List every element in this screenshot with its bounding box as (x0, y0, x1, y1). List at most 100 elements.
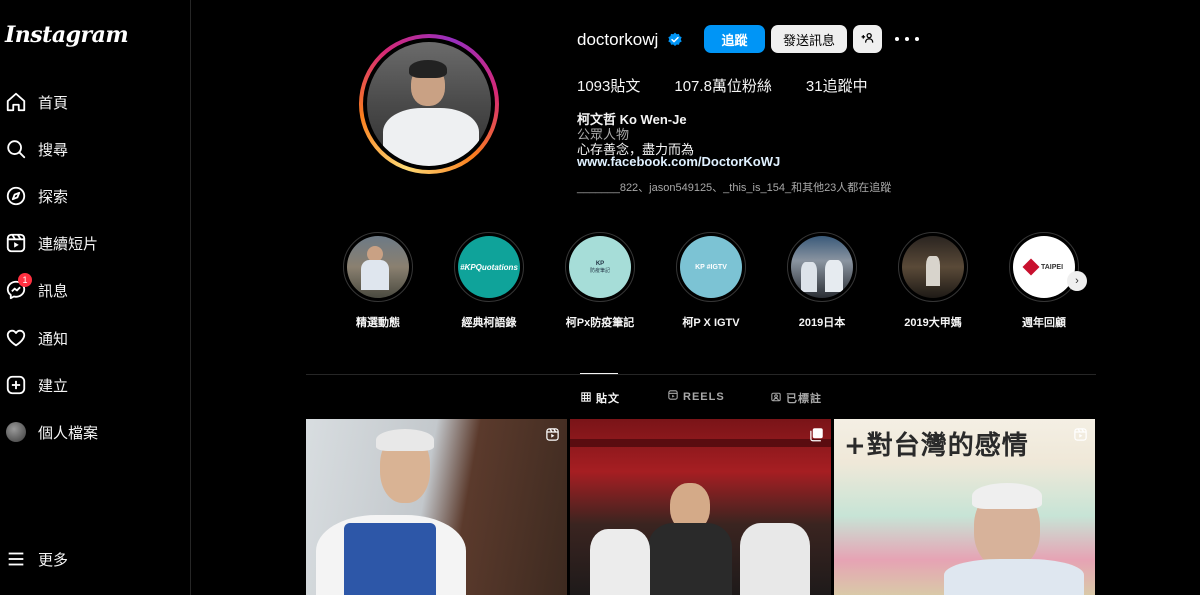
post-person-apron (344, 523, 436, 595)
highlight-item[interactable]: 2019日本 (782, 232, 862, 330)
heart-icon (2, 324, 30, 352)
profile-picture-story-ring[interactable] (359, 34, 499, 174)
profile-picture-frame (363, 38, 495, 170)
post-person-hair (376, 429, 434, 451)
suggest-users-button[interactable] (853, 25, 882, 53)
reel-badge-icon (1073, 427, 1088, 442)
followers-count[interactable]: 107.8萬位粉絲 (674, 75, 772, 96)
highlight-label: 精選動態 (356, 317, 400, 329)
post-thumbnail[interactable] (306, 419, 567, 595)
sidebar-item-profile[interactable]: 個人檔案 (0, 410, 190, 454)
highlight-cover-text: KP #IGTV (695, 263, 727, 271)
highlight-label: 經典柯語錄 (461, 317, 517, 329)
post-thumbnail[interactable] (570, 419, 831, 595)
post-person-shirt (590, 529, 650, 595)
tagged-icon (771, 392, 781, 405)
posts-count: 1093貼文 (577, 78, 641, 95)
highlight-ring: TAIPEI (1009, 232, 1079, 302)
highlight-label: 柯P X IGTV (682, 317, 740, 329)
profile-picture-hair (409, 60, 447, 78)
highlight-ring (787, 232, 857, 302)
profile-picture (367, 42, 491, 166)
highlight-cover (902, 236, 964, 298)
post-person-shirt (740, 523, 810, 595)
highlight-cover-text: #KPQuotations (460, 262, 518, 272)
compass-icon (2, 182, 30, 210)
highlight-cover (791, 236, 853, 298)
follow-button[interactable]: 追蹤 (704, 25, 765, 53)
unread-badge: 1 (18, 273, 32, 287)
post-overlay-text: +對台灣的感情 (844, 431, 1029, 461)
post-person-shirt (944, 559, 1084, 595)
followed-by-text[interactable]: _______822、jason549125、_this_is_154_和其他2… (577, 179, 891, 195)
sidebar-item-home[interactable]: 首頁 (0, 80, 190, 124)
profile-stats: 1093貼文 107.8萬位粉絲 31追蹤中 (577, 75, 902, 96)
sidebar-item-label: 探索 (38, 188, 69, 206)
avatar (6, 422, 26, 442)
sidebar-item-label: 連續短片 (38, 235, 99, 253)
active-tab-indicator (580, 373, 618, 374)
sidebar-item-more[interactable]: 更多 (0, 537, 190, 581)
tab-reels[interactable]: REELS (668, 390, 725, 403)
more-icon (895, 37, 899, 41)
highlight-cover: TAIPEI (1013, 236, 1075, 298)
instagram-logo[interactable]: Instagram (5, 22, 129, 48)
highlight-ring (898, 232, 968, 302)
highlight-item[interactable]: #KPQuotations 經典柯語錄 (449, 232, 529, 330)
message-button[interactable]: 發送訊息 (771, 25, 847, 53)
post-person-hair (972, 483, 1042, 509)
profile-main: doctorkowj 追蹤 發送訊息 1093貼文 107.8萬位粉絲 31追蹤… (191, 0, 1200, 595)
highlight-label: 2019日本 (798, 317, 846, 329)
tab-label: REELS (683, 390, 725, 403)
hamburger-icon (2, 545, 30, 573)
sidebar-item-messages[interactable]: 1 訊息 (0, 268, 190, 312)
highlight-item[interactable]: KP 防疫筆記 柯Px防疫筆記 (560, 232, 640, 330)
carousel-badge-icon (809, 427, 824, 442)
sidebar-item-search[interactable]: 搜尋 (0, 127, 190, 171)
bio-link[interactable]: www.facebook.com/DoctorKoWJ (577, 154, 780, 169)
highlight-item[interactable]: KP #IGTV 柯P X IGTV (671, 232, 751, 330)
tabs-divider (306, 374, 1096, 375)
tab-posts[interactable]: 貼文 (581, 390, 620, 406)
highlight-label: 週年回顧 (1022, 317, 1066, 329)
reel-badge-icon (545, 427, 560, 442)
sidebar-item-label: 訊息 (38, 282, 69, 300)
taipei-logo-icon (1022, 258, 1040, 276)
sidebar-item-notifications[interactable]: 通知 (0, 316, 190, 360)
home-icon (2, 88, 30, 116)
plus-square-icon (2, 371, 30, 399)
highlight-ring: KP #IGTV (676, 232, 746, 302)
tab-label: 已標註 (786, 393, 822, 405)
post-thumbnail[interactable]: +對台灣的感情 (834, 419, 1095, 595)
highlight-ring: #KPQuotations (454, 232, 524, 302)
avatar-wrap (2, 418, 30, 446)
highlight-cover: KP 防疫筆記 (569, 236, 631, 298)
highlight-label: 2019大甲媽 (904, 317, 962, 329)
more-icon (905, 37, 909, 41)
grid-icon (581, 391, 591, 405)
highlights-next-button[interactable]: › (1067, 271, 1087, 291)
tab-tagged[interactable]: 已標註 (771, 390, 822, 406)
post-person-suit (648, 523, 732, 595)
add-user-icon (861, 31, 875, 48)
highlight-cover (347, 236, 409, 298)
highlight-item[interactable]: 精選動態 (338, 232, 418, 330)
verified-badge-icon (667, 32, 683, 48)
messenger-icon: 1 (2, 273, 32, 304)
sidebar-item-label: 搜尋 (38, 141, 69, 159)
tab-label: 貼文 (596, 393, 620, 405)
sidebar-item-create[interactable]: 建立 (0, 363, 190, 407)
highlight-cover-text: TAIPEI (1040, 263, 1064, 271)
reels-icon (2, 229, 30, 257)
highlight-item[interactable]: 2019大甲媽 (893, 232, 973, 330)
sidebar-item-label: 建立 (38, 377, 69, 395)
sidebar-item-reels[interactable]: 連續短片 (0, 221, 190, 265)
sidebar-item-explore[interactable]: 探索 (0, 174, 190, 218)
more-options-button[interactable] (895, 30, 919, 48)
profile-username: doctorkowj (577, 30, 659, 49)
highlight-ring (343, 232, 413, 302)
highlight-cover: #KPQuotations (458, 236, 520, 298)
following-count[interactable]: 31追蹤中 (806, 75, 868, 96)
profile-picture-shirt (383, 108, 479, 166)
highlight-label: 柯Px防疫筆記 (565, 317, 635, 329)
